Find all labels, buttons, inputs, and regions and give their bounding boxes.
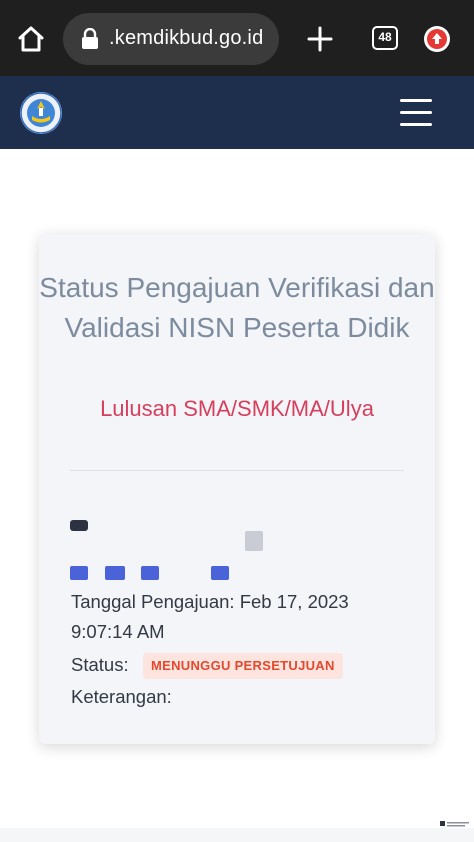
redacted-id: [70, 566, 88, 580]
plus-icon[interactable]: [306, 25, 334, 53]
submission-time: 9:07:14 AM: [71, 621, 165, 642]
page-title: Status Pengajuan Verifikasi dan Validasi…: [39, 272, 435, 343]
update-arrow-icon[interactable]: [424, 26, 450, 52]
submission-date: Tanggal Pengajuan: Feb 17, 2023: [71, 591, 349, 612]
address-bar[interactable]: .kemdikbud.go.id: [63, 13, 279, 65]
redacted-name: [70, 520, 88, 531]
redacted-block: [245, 531, 263, 551]
redacted-id: [211, 566, 229, 580]
watermark-logo: [440, 815, 470, 827]
divider: [70, 470, 404, 471]
tut-wuri-handayani-logo[interactable]: [20, 92, 62, 134]
tab-count: 48: [378, 30, 392, 44]
redacted-id: [141, 566, 159, 580]
home-icon[interactable]: [16, 24, 46, 54]
hamburger-menu-icon[interactable]: [400, 99, 434, 127]
lock-icon: [81, 27, 99, 50]
status-card: Status Pengajuan Verifikasi dan Validasi…: [39, 234, 435, 744]
site-header: [0, 76, 474, 149]
redacted-id: [105, 566, 125, 580]
browser-toolbar: .kemdikbud.go.id 48: [0, 0, 474, 76]
footer-strip: [0, 828, 474, 842]
graduate-category: Lulusan SMA/SMK/MA/Ulya: [100, 396, 374, 421]
status-label: Status:: [71, 654, 129, 675]
url-text: .kemdikbud.go.id: [109, 27, 264, 49]
status-badge: MENUNGGU PERSETUJUAN: [143, 653, 343, 679]
tabs-icon[interactable]: 48: [372, 26, 398, 50]
notes-label: Keterangan:: [71, 686, 172, 707]
